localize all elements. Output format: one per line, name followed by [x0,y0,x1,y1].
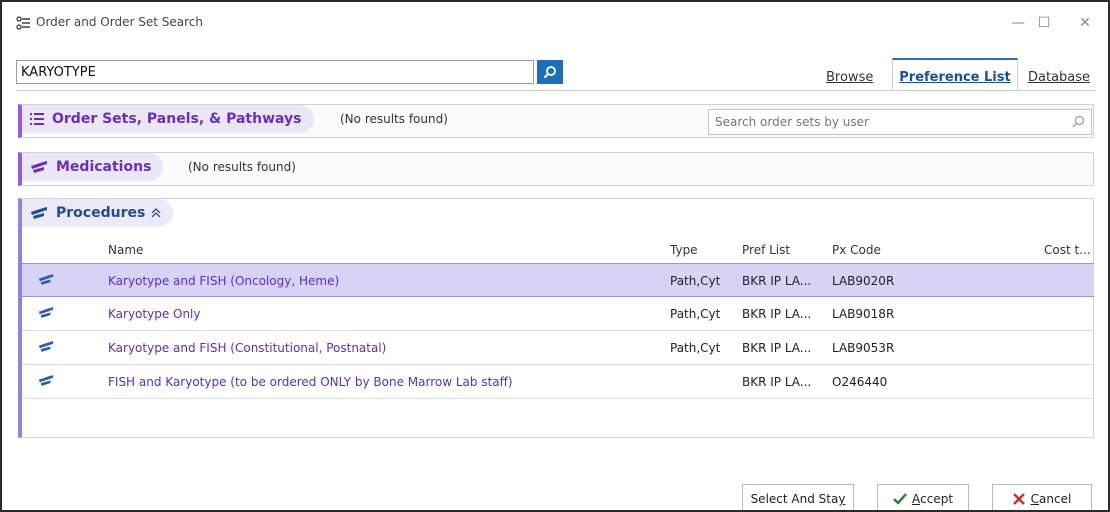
order-sets-user-search-input[interactable] [708,109,1092,135]
procedures-header[interactable]: Procedures [22,199,174,227]
maximize-button[interactable]: ☐ [1026,10,1062,36]
title-bar: Order and Order Set Search — ☐ ✕ [2,2,1108,44]
column-header-px-code[interactable]: Px Code [832,243,881,257]
procedure-type: Path,Cyt [670,274,721,288]
procedure-order-icon [38,341,54,352]
select-and-stay-accel: y [838,492,846,506]
table-row[interactable]: Karyotype and FISH (Oncology, Heme) Path… [22,263,1094,297]
procedure-type: Path,Cyt [670,341,721,355]
cancel-accel: C [1030,492,1040,506]
search-icon [1072,115,1085,128]
procedure-pref-list: BKR IP LA... [742,274,812,288]
pill-order-icon [31,161,47,173]
order-sets-header[interactable]: Order Sets, Panels, & Pathways [22,105,314,133]
order-search-input[interactable] [16,60,534,84]
procedure-pref-list: BKR IP LA... [742,341,812,355]
column-header-cost[interactable]: Cost t... [1044,243,1091,257]
procedures-section: Procedures Name Type Pref List Px Code C… [18,198,1094,438]
procedure-name: Karyotype and FISH (Constitutional, Post… [108,341,387,355]
search-icon [543,66,556,79]
accept-button[interactable]: Accept [877,484,969,510]
order-search-window: Order and Order Set Search — ☐ ✕ Browse … [0,0,1110,512]
column-header-type[interactable]: Type [670,243,698,257]
cancel-label: ancel [1039,492,1072,506]
procedure-pref-list: BKR IP LA... [742,375,812,389]
select-and-stay-label: Select And Sta [750,492,839,506]
search-button[interactable] [537,60,563,84]
tab-browse[interactable]: Browse [826,58,873,90]
procedure-name: Karyotype Only [108,307,201,321]
medications-section: Medications (No results found) [18,152,1094,186]
list-app-icon [16,16,30,30]
procedure-order-icon [38,375,54,386]
procedure-order-icon [38,307,54,318]
medications-header[interactable]: Medications [22,153,164,181]
procedure-code: LAB9018R [832,307,895,321]
window-title: Order and Order Set Search [36,15,203,29]
order-sets-section: Order Sets, Panels, & Pathways (No resul… [18,104,1094,138]
procedure-pref-list: BKR IP LA... [742,307,812,321]
procedures-title: Procedures [56,205,146,221]
column-header-name[interactable]: Name [108,243,143,257]
order-sets-status: (No results found) [340,112,448,126]
tab-database[interactable]: Database [1028,58,1090,90]
procedure-order-icon [38,274,54,285]
select-and-stay-button[interactable]: Select And Sta y [742,484,854,510]
table-row[interactable]: Karyotype Only Path,Cyt BKR IP LA... LAB… [22,297,1094,331]
procedure-order-icon [31,207,47,219]
cancel-x-icon [1012,493,1025,505]
order-sets-title: Order Sets, Panels, & Pathways [52,111,302,127]
cancel-button[interactable]: Cancel [992,484,1092,510]
procedure-name: Karyotype and FISH (Oncology, Heme) [108,274,340,288]
column-header-pref-list[interactable]: Pref List [742,243,790,257]
checkmark-icon [893,493,907,505]
procedure-name: FISH and Karyotype (to be ordered ONLY b… [108,375,513,389]
medications-status: (No results found) [188,160,296,174]
double-chevron-up-icon[interactable] [151,208,161,218]
tab-divider [16,90,1096,91]
table-row[interactable]: FISH and Karyotype (to be ordered ONLY b… [22,365,1094,399]
procedure-type: Path,Cyt [670,307,721,321]
order-set-icon [30,113,44,125]
accept-label: ccept [920,492,954,506]
accept-accel: A [911,492,921,506]
procedure-code: LAB9053R [832,341,895,355]
close-button[interactable]: ✕ [1067,10,1103,36]
procedure-code: LAB9020R [832,274,895,288]
medications-title: Medications [56,159,152,175]
table-row[interactable]: Karyotype and FISH (Constitutional, Post… [22,331,1094,365]
procedure-code: O246440 [832,375,888,389]
tab-preference-list[interactable]: Preference List [892,58,1018,90]
